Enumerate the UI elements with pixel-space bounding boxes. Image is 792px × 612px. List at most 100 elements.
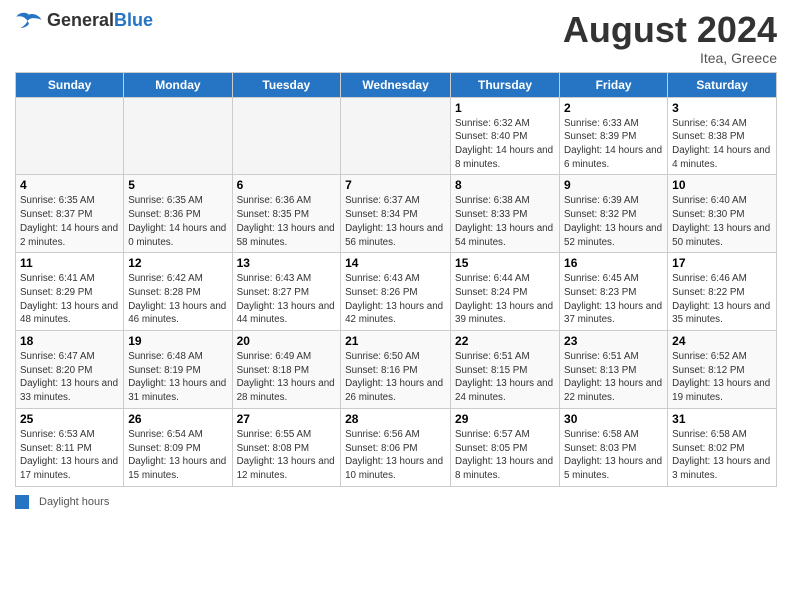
calendar-table: SundayMondayTuesdayWednesdayThursdayFrid… — [15, 72, 777, 487]
day-info: Sunrise: 6:44 AM Sunset: 8:24 PM Dayligh… — [455, 272, 555, 327]
day-info: Sunrise: 6:40 AM Sunset: 8:30 PM Dayligh… — [672, 194, 772, 249]
month-year-title: August 2024 — [563, 10, 777, 50]
day-number: 28 — [345, 412, 446, 426]
day-info: Sunrise: 6:38 AM Sunset: 8:33 PM Dayligh… — [455, 194, 555, 249]
day-info: Sunrise: 6:32 AM Sunset: 8:40 PM Dayligh… — [455, 117, 555, 172]
calendar-cell: 18Sunrise: 6:47 AM Sunset: 8:20 PM Dayli… — [16, 331, 124, 409]
day-info: Sunrise: 6:34 AM Sunset: 8:38 PM Dayligh… — [672, 117, 772, 172]
day-info: Sunrise: 6:56 AM Sunset: 8:06 PM Dayligh… — [345, 428, 446, 483]
calendar-cell: 19 Sunrise: 6:48 AM Sunset: 8:19 PM Dayli… — [124, 331, 232, 409]
logo-text: GeneralBlue — [47, 10, 153, 31]
day-number: 12 — [128, 256, 227, 270]
day-info: Sunrise: 6:53 AM Sunset: 8:11 PM Dayligh… — [20, 428, 119, 483]
weekday-thursday: Thursday — [451, 72, 560, 97]
logo-general: General — [47, 10, 114, 30]
calendar-cell — [16, 97, 124, 175]
day-number: 17 — [672, 256, 772, 270]
logo-bird-icon — [15, 11, 43, 31]
day-info: Sunrise: 6:58 AM Sunset: 8:03 PM Dayligh… — [564, 428, 663, 483]
calendar-cell: 14Sunrise: 6:43 AM Sunset: 8:26 PM Dayli… — [341, 253, 451, 331]
day-info: Sunrise: 6:51 AM Sunset: 8:13 PM Dayligh… — [564, 350, 663, 405]
calendar-cell: 26 Sunrise: 6:54 AM Sunset: 8:09 PM Dayli… — [124, 408, 232, 486]
day-info: Sunrise: 6:35 AM Sunset: 8:36 PM Dayligh… — [128, 194, 227, 249]
logo-blue: Blue — [114, 10, 153, 30]
day-number: 7 — [345, 178, 446, 192]
day-number: 21 — [345, 334, 446, 348]
day-number: 25 — [20, 412, 119, 426]
day-info: Sunrise: 6:41 AM Sunset: 8:29 PM Dayligh… — [20, 272, 119, 327]
calendar-cell: 13 Sunrise: 6:43 AM Sunset: 8:27 PM Dayli… — [232, 253, 341, 331]
day-number: 11 — [20, 256, 119, 270]
day-number: 16 — [564, 256, 663, 270]
day-number: 27 — [237, 412, 337, 426]
calendar-week-row: 1 Sunrise: 6:32 AM Sunset: 8:40 PM Daylig… — [16, 97, 777, 175]
location-label: Itea, Greece — [563, 50, 777, 66]
day-info: Sunrise: 6:55 AM Sunset: 8:08 PM Dayligh… — [237, 428, 337, 483]
day-number: 5 — [128, 178, 227, 192]
weekday-saturday: Saturday — [668, 72, 777, 97]
day-number: 23 — [564, 334, 663, 348]
day-info: Sunrise: 6:52 AM Sunset: 8:12 PM Dayligh… — [672, 350, 772, 405]
day-number: 10 — [672, 178, 772, 192]
day-info: Sunrise: 6:35 AM Sunset: 8:37 PM Dayligh… — [20, 194, 119, 249]
day-number: 3 — [672, 101, 772, 115]
calendar-cell: 31 Sunrise: 6:58 AM Sunset: 8:02 PM Dayli… — [668, 408, 777, 486]
day-info: Sunrise: 6:45 AM Sunset: 8:23 PM Dayligh… — [564, 272, 663, 327]
calendar-cell: 22 Sunrise: 6:51 AM Sunset: 8:15 PM Dayli… — [451, 331, 560, 409]
day-number: 6 — [237, 178, 337, 192]
calendar-cell: 4 Sunrise: 6:35 AM Sunset: 8:37 PM Daylig… — [16, 175, 124, 253]
day-number: 31 — [672, 412, 772, 426]
day-number: 18 — [20, 334, 119, 348]
weekday-wednesday: Wednesday — [341, 72, 451, 97]
calendar-cell: 27 Sunrise: 6:55 AM Sunset: 8:08 PM Dayli… — [232, 408, 341, 486]
day-info: Sunrise: 6:58 AM Sunset: 8:02 PM Dayligh… — [672, 428, 772, 483]
day-number: 1 — [455, 101, 555, 115]
calendar-cell: 10 Sunrise: 6:40 AM Sunset: 8:30 PM Dayli… — [668, 175, 777, 253]
calendar-cell: 3 Sunrise: 6:34 AM Sunset: 8:38 PM Daylig… — [668, 97, 777, 175]
day-number: 29 — [455, 412, 555, 426]
calendar-cell: 2 Sunrise: 6:33 AM Sunset: 8:39 PM Daylig… — [560, 97, 668, 175]
calendar-week-row: 11 Sunrise: 6:41 AM Sunset: 8:29 PM Dayli… — [16, 253, 777, 331]
day-info: Sunrise: 6:42 AM Sunset: 8:28 PM Dayligh… — [128, 272, 227, 327]
weekday-tuesday: Tuesday — [232, 72, 341, 97]
calendar-cell — [341, 97, 451, 175]
day-number: 22 — [455, 334, 555, 348]
calendar-cell — [232, 97, 341, 175]
day-number: 15 — [455, 256, 555, 270]
calendar-cell: 7Sunrise: 6:37 AM Sunset: 8:34 PM Daylig… — [341, 175, 451, 253]
footer: Daylight hours — [15, 495, 777, 509]
day-info: Sunrise: 6:43 AM Sunset: 8:27 PM Dayligh… — [237, 272, 337, 327]
day-number: 24 — [672, 334, 772, 348]
day-info: Sunrise: 6:49 AM Sunset: 8:18 PM Dayligh… — [237, 350, 337, 405]
day-number: 2 — [564, 101, 663, 115]
calendar-cell: 5 Sunrise: 6:35 AM Sunset: 8:36 PM Daylig… — [124, 175, 232, 253]
day-info: Sunrise: 6:46 AM Sunset: 8:22 PM Dayligh… — [672, 272, 772, 327]
calendar-cell: 29Sunrise: 6:57 AM Sunset: 8:05 PM Dayli… — [451, 408, 560, 486]
day-info: Sunrise: 6:54 AM Sunset: 8:09 PM Dayligh… — [128, 428, 227, 483]
calendar-cell: 21 Sunrise: 6:50 AM Sunset: 8:16 PM Dayli… — [341, 331, 451, 409]
day-number: 19 — [128, 334, 227, 348]
calendar-cell: 16 Sunrise: 6:45 AM Sunset: 8:23 PM Dayli… — [560, 253, 668, 331]
calendar-week-row: 25 Sunrise: 6:53 AM Sunset: 8:11 PM Dayli… — [16, 408, 777, 486]
logo: GeneralBlue — [15, 10, 153, 31]
calendar-cell: 23 Sunrise: 6:51 AM Sunset: 8:13 PM Dayli… — [560, 331, 668, 409]
calendar-cell: 25 Sunrise: 6:53 AM Sunset: 8:11 PM Dayli… — [16, 408, 124, 486]
day-number: 13 — [237, 256, 337, 270]
day-info: Sunrise: 6:51 AM Sunset: 8:15 PM Dayligh… — [455, 350, 555, 405]
calendar-cell: 6 Sunrise: 6:36 AM Sunset: 8:35 PM Daylig… — [232, 175, 341, 253]
calendar-cell: 28 Sunrise: 6:56 AM Sunset: 8:06 PM Dayli… — [341, 408, 451, 486]
calendar-cell: 20Sunrise: 6:49 AM Sunset: 8:18 PM Dayli… — [232, 331, 341, 409]
day-info: Sunrise: 6:48 AM Sunset: 8:19 PM Dayligh… — [128, 350, 227, 405]
day-info: Sunrise: 6:36 AM Sunset: 8:35 PM Dayligh… — [237, 194, 337, 249]
day-number: 4 — [20, 178, 119, 192]
day-info: Sunrise: 6:39 AM Sunset: 8:32 PM Dayligh… — [564, 194, 663, 249]
day-number: 30 — [564, 412, 663, 426]
weekday-sunday: Sunday — [16, 72, 124, 97]
page-header: GeneralBlue August 2024 Itea, Greece — [15, 10, 777, 66]
calendar-week-row: 4 Sunrise: 6:35 AM Sunset: 8:37 PM Daylig… — [16, 175, 777, 253]
day-number: 26 — [128, 412, 227, 426]
day-info: Sunrise: 6:33 AM Sunset: 8:39 PM Dayligh… — [564, 117, 663, 172]
calendar-cell: 1 Sunrise: 6:32 AM Sunset: 8:40 PM Daylig… — [451, 97, 560, 175]
day-info: Sunrise: 6:50 AM Sunset: 8:16 PM Dayligh… — [345, 350, 446, 405]
calendar-cell: 8Sunrise: 6:38 AM Sunset: 8:33 PM Daylig… — [451, 175, 560, 253]
